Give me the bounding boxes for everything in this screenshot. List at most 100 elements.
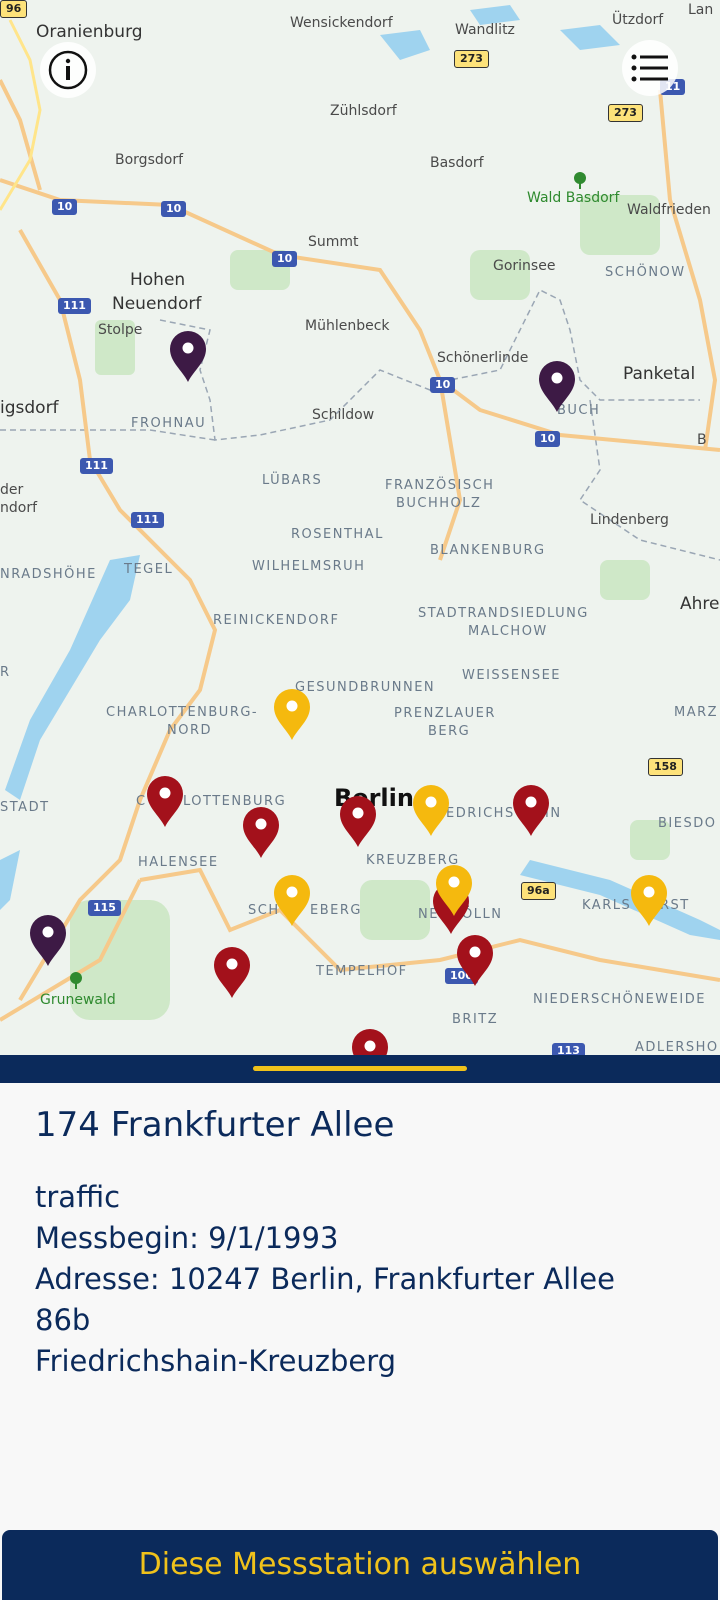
station-marker-red[interactable] <box>212 946 252 1000</box>
station-marker-red[interactable] <box>350 1028 390 1055</box>
place-label: TEMPELHOF <box>316 964 408 979</box>
place-label: ROSENTHAL <box>291 527 384 542</box>
forest-icon <box>70 972 82 989</box>
place-label: GESUNDBRUNNEN <box>295 680 436 695</box>
map-pin-icon <box>274 875 310 926</box>
place-label: Zühlsdorf <box>330 103 397 119</box>
place-label: Schildow <box>312 407 375 423</box>
info-icon <box>48 50 88 90</box>
forest-icon <box>574 172 586 189</box>
station-marker-red[interactable] <box>241 806 281 860</box>
place-label: Stolpe <box>98 322 143 338</box>
map-view[interactable]: Oranienburg Wensickendorf Wandlitz Ützdo… <box>0 0 720 1055</box>
place-label: NRADSHÖHE <box>0 567 97 582</box>
station-marker-red[interactable] <box>338 795 378 849</box>
place-label: R <box>0 665 11 680</box>
place-label: STADT <box>0 800 50 815</box>
road-shield: 158 <box>648 758 683 776</box>
road-shield: 113 <box>552 1043 585 1055</box>
road-shield: 10 <box>535 431 561 447</box>
station-marker-yellow[interactable] <box>411 784 451 838</box>
place-label: Oranienburg <box>36 22 143 42</box>
list-icon <box>631 54 668 82</box>
place-label: Waldfrieden <box>627 202 711 218</box>
station-detail-sheet: 174 Frankfurter Allee traffic Messbegin:… <box>0 1083 720 1600</box>
place-label: NORD <box>167 723 212 738</box>
place-label: FRANZÖSISCH <box>385 478 495 493</box>
place-label: Wald Basdorf <box>527 190 620 206</box>
place-label: CHARLOTTENBURG- <box>106 705 259 720</box>
road-shield: 273 <box>608 104 643 122</box>
map-pin-icon <box>436 865 472 916</box>
place-label: igsdorf <box>0 398 59 418</box>
station-marker-red[interactable] <box>511 784 551 838</box>
place-label: BUCHHOLZ <box>396 496 482 511</box>
map-pin-icon <box>147 776 183 827</box>
map-pin-icon <box>340 796 376 847</box>
station-district: Friedrichshain-Kreuzberg <box>35 1344 397 1378</box>
road-shield: 111 <box>131 512 164 528</box>
drag-handle[interactable] <box>253 1066 467 1071</box>
road-shield: 111 <box>58 298 91 314</box>
map-pin-icon <box>413 785 449 836</box>
place-label: Lan <box>688 2 714 18</box>
station-marker-yellow[interactable] <box>629 874 669 928</box>
map-pin-icon <box>274 689 310 740</box>
map-pin-icon <box>352 1029 388 1055</box>
station-address-cont: 86b <box>35 1303 91 1337</box>
station-marker-purple[interactable] <box>537 360 577 414</box>
place-label: Basdorf <box>430 155 484 171</box>
place-label: ndorf <box>0 500 38 516</box>
map-pin-icon <box>631 875 667 926</box>
road-shield: 115 <box>88 900 121 916</box>
place-label: TEGEL <box>124 562 174 577</box>
place-label: Wensickendorf <box>290 15 393 31</box>
road-shield: 10 <box>161 201 187 217</box>
station-marker-purple[interactable] <box>28 914 68 968</box>
station-marker-yellow[interactable] <box>272 688 312 742</box>
place-label: NIEDERSCHÖNEWEIDE <box>533 992 706 1007</box>
place-label: B <box>697 432 707 448</box>
station-marker-purple[interactable] <box>168 330 208 384</box>
place-label: Hohen <box>130 270 186 290</box>
place-label: Gorinsee <box>493 258 556 274</box>
list-menu-button[interactable] <box>622 40 678 96</box>
road-shield: 10 <box>272 251 298 267</box>
place-label: ADLERSHO <box>635 1040 719 1055</box>
place-label: KARLS <box>582 898 632 913</box>
road-shield: 96a <box>521 882 556 900</box>
map-pin-icon <box>214 947 250 998</box>
info-button[interactable] <box>40 42 96 98</box>
bottom-sheet-header[interactable] <box>0 1055 720 1083</box>
road-shield: 96 <box>0 0 28 18</box>
map-pin-icon <box>539 361 575 412</box>
road-shield: 273 <box>454 50 489 68</box>
place-label: EDRICHS <box>446 806 515 821</box>
road-shield: 111 <box>80 458 113 474</box>
place-label: LÜBARS <box>262 473 323 488</box>
place-label: SCHÖNOW <box>605 265 686 280</box>
place-label: der <box>0 482 24 498</box>
place-label: WILHELMSRUH <box>252 559 366 574</box>
road-shield: 10 <box>430 377 456 393</box>
place-label: Mühlenbeck <box>305 318 390 334</box>
station-marker-red[interactable] <box>455 934 495 988</box>
place-label: Summt <box>308 234 359 250</box>
station-address: Adresse: 10247 Berlin, Frankfurter Allee <box>35 1262 615 1296</box>
place-label: Schönerlinde <box>437 350 529 366</box>
station-marker-yellow[interactable] <box>272 874 312 928</box>
station-marker-red[interactable] <box>145 775 185 829</box>
map-pin-icon <box>170 331 206 382</box>
place-label: Wandlitz <box>455 22 515 38</box>
map-pin-icon <box>513 785 549 836</box>
place-label: Borgsdorf <box>115 152 183 168</box>
place-label: HALENSEE <box>138 855 219 870</box>
station-start-date: Messbegin: 9/1/1993 <box>35 1221 339 1255</box>
map-pin-icon <box>243 807 279 858</box>
place-label: BERG <box>428 724 471 739</box>
select-station-button[interactable]: Diese Messstation auswählen <box>2 1530 718 1600</box>
station-marker-yellow[interactable] <box>434 864 474 918</box>
place-label: EBERG <box>310 903 362 918</box>
place-label: Ahre <box>680 594 720 614</box>
map-pin-icon <box>457 935 493 986</box>
